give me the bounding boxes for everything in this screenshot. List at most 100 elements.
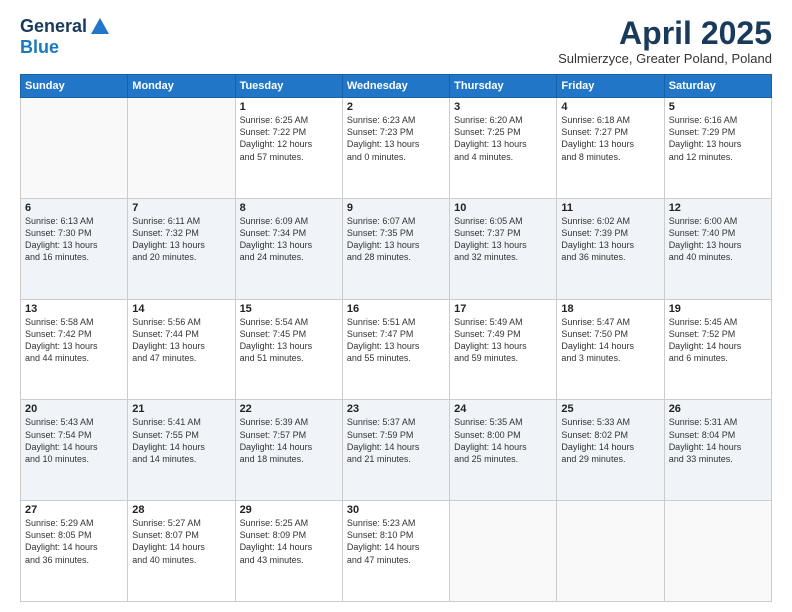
day-info: Sunrise: 5:25 AM Sunset: 8:09 PM Dayligh… bbox=[240, 517, 338, 566]
day-number: 19 bbox=[669, 303, 767, 315]
calendar-day-cell: 12Sunrise: 6:00 AM Sunset: 7:40 PM Dayli… bbox=[664, 198, 771, 299]
day-number: 3 bbox=[454, 101, 552, 113]
calendar-day-cell: 4Sunrise: 6:18 AM Sunset: 7:27 PM Daylig… bbox=[557, 98, 664, 199]
day-info: Sunrise: 6:23 AM Sunset: 7:23 PM Dayligh… bbox=[347, 114, 445, 163]
calendar-table: SundayMondayTuesdayWednesdayThursdayFrid… bbox=[20, 74, 772, 602]
calendar-header-row: SundayMondayTuesdayWednesdayThursdayFrid… bbox=[21, 75, 772, 98]
day-number: 30 bbox=[347, 504, 445, 516]
day-info: Sunrise: 6:02 AM Sunset: 7:39 PM Dayligh… bbox=[561, 215, 659, 264]
day-number: 11 bbox=[561, 202, 659, 214]
calendar-day-cell: 1Sunrise: 6:25 AM Sunset: 7:22 PM Daylig… bbox=[235, 98, 342, 199]
day-number: 22 bbox=[240, 403, 338, 415]
calendar-day-header: Sunday bbox=[21, 75, 128, 98]
calendar-day-cell: 7Sunrise: 6:11 AM Sunset: 7:32 PM Daylig… bbox=[128, 198, 235, 299]
logo: General Blue bbox=[20, 16, 111, 58]
day-number: 21 bbox=[132, 403, 230, 415]
day-number: 23 bbox=[347, 403, 445, 415]
day-info: Sunrise: 5:47 AM Sunset: 7:50 PM Dayligh… bbox=[561, 316, 659, 365]
day-info: Sunrise: 6:07 AM Sunset: 7:35 PM Dayligh… bbox=[347, 215, 445, 264]
day-info: Sunrise: 5:37 AM Sunset: 7:59 PM Dayligh… bbox=[347, 416, 445, 465]
day-info: Sunrise: 5:43 AM Sunset: 7:54 PM Dayligh… bbox=[25, 416, 123, 465]
day-number: 5 bbox=[669, 101, 767, 113]
day-info: Sunrise: 5:29 AM Sunset: 8:05 PM Dayligh… bbox=[25, 517, 123, 566]
title-block: April 2025 Sulmierzyce, Greater Poland, … bbox=[558, 16, 772, 66]
calendar-week-row: 6Sunrise: 6:13 AM Sunset: 7:30 PM Daylig… bbox=[21, 198, 772, 299]
calendar-day-cell bbox=[450, 501, 557, 602]
calendar-day-cell: 26Sunrise: 5:31 AM Sunset: 8:04 PM Dayli… bbox=[664, 400, 771, 501]
calendar-day-cell: 28Sunrise: 5:27 AM Sunset: 8:07 PM Dayli… bbox=[128, 501, 235, 602]
day-info: Sunrise: 5:54 AM Sunset: 7:45 PM Dayligh… bbox=[240, 316, 338, 365]
calendar-day-cell bbox=[128, 98, 235, 199]
day-info: Sunrise: 5:56 AM Sunset: 7:44 PM Dayligh… bbox=[132, 316, 230, 365]
day-info: Sunrise: 5:31 AM Sunset: 8:04 PM Dayligh… bbox=[669, 416, 767, 465]
day-info: Sunrise: 5:41 AM Sunset: 7:55 PM Dayligh… bbox=[132, 416, 230, 465]
calendar-day-cell: 18Sunrise: 5:47 AM Sunset: 7:50 PM Dayli… bbox=[557, 299, 664, 400]
day-info: Sunrise: 6:18 AM Sunset: 7:27 PM Dayligh… bbox=[561, 114, 659, 163]
calendar-day-cell: 27Sunrise: 5:29 AM Sunset: 8:05 PM Dayli… bbox=[21, 501, 128, 602]
day-number: 12 bbox=[669, 202, 767, 214]
calendar-day-cell bbox=[664, 501, 771, 602]
calendar-day-cell: 29Sunrise: 5:25 AM Sunset: 8:09 PM Dayli… bbox=[235, 501, 342, 602]
day-number: 13 bbox=[25, 303, 123, 315]
calendar-day-cell: 15Sunrise: 5:54 AM Sunset: 7:45 PM Dayli… bbox=[235, 299, 342, 400]
day-number: 28 bbox=[132, 504, 230, 516]
calendar-week-row: 1Sunrise: 6:25 AM Sunset: 7:22 PM Daylig… bbox=[21, 98, 772, 199]
calendar-day-cell: 22Sunrise: 5:39 AM Sunset: 7:57 PM Dayli… bbox=[235, 400, 342, 501]
calendar-day-cell: 25Sunrise: 5:33 AM Sunset: 8:02 PM Dayli… bbox=[557, 400, 664, 501]
day-number: 9 bbox=[347, 202, 445, 214]
calendar-day-cell: 5Sunrise: 6:16 AM Sunset: 7:29 PM Daylig… bbox=[664, 98, 771, 199]
day-number: 15 bbox=[240, 303, 338, 315]
day-number: 26 bbox=[669, 403, 767, 415]
day-number: 6 bbox=[25, 202, 123, 214]
day-number: 27 bbox=[25, 504, 123, 516]
day-info: Sunrise: 5:27 AM Sunset: 8:07 PM Dayligh… bbox=[132, 517, 230, 566]
calendar-day-cell: 19Sunrise: 5:45 AM Sunset: 7:52 PM Dayli… bbox=[664, 299, 771, 400]
calendar-day-cell: 14Sunrise: 5:56 AM Sunset: 7:44 PM Dayli… bbox=[128, 299, 235, 400]
calendar-day-cell: 20Sunrise: 5:43 AM Sunset: 7:54 PM Dayli… bbox=[21, 400, 128, 501]
calendar-day-cell: 8Sunrise: 6:09 AM Sunset: 7:34 PM Daylig… bbox=[235, 198, 342, 299]
calendar-day-cell: 2Sunrise: 6:23 AM Sunset: 7:23 PM Daylig… bbox=[342, 98, 449, 199]
calendar-day-header: Wednesday bbox=[342, 75, 449, 98]
calendar-day-cell bbox=[557, 501, 664, 602]
calendar-day-header: Thursday bbox=[450, 75, 557, 98]
day-info: Sunrise: 5:33 AM Sunset: 8:02 PM Dayligh… bbox=[561, 416, 659, 465]
day-info: Sunrise: 5:58 AM Sunset: 7:42 PM Dayligh… bbox=[25, 316, 123, 365]
day-info: Sunrise: 6:25 AM Sunset: 7:22 PM Dayligh… bbox=[240, 114, 338, 163]
calendar-day-cell: 11Sunrise: 6:02 AM Sunset: 7:39 PM Dayli… bbox=[557, 198, 664, 299]
day-info: Sunrise: 6:20 AM Sunset: 7:25 PM Dayligh… bbox=[454, 114, 552, 163]
day-info: Sunrise: 6:11 AM Sunset: 7:32 PM Dayligh… bbox=[132, 215, 230, 264]
day-info: Sunrise: 5:23 AM Sunset: 8:10 PM Dayligh… bbox=[347, 517, 445, 566]
day-info: Sunrise: 5:45 AM Sunset: 7:52 PM Dayligh… bbox=[669, 316, 767, 365]
day-number: 18 bbox=[561, 303, 659, 315]
calendar-week-row: 20Sunrise: 5:43 AM Sunset: 7:54 PM Dayli… bbox=[21, 400, 772, 501]
calendar-day-cell: 9Sunrise: 6:07 AM Sunset: 7:35 PM Daylig… bbox=[342, 198, 449, 299]
day-number: 7 bbox=[132, 202, 230, 214]
day-info: Sunrise: 6:00 AM Sunset: 7:40 PM Dayligh… bbox=[669, 215, 767, 264]
day-number: 14 bbox=[132, 303, 230, 315]
day-number: 20 bbox=[25, 403, 123, 415]
calendar-day-cell: 3Sunrise: 6:20 AM Sunset: 7:25 PM Daylig… bbox=[450, 98, 557, 199]
day-number: 8 bbox=[240, 202, 338, 214]
day-number: 1 bbox=[240, 101, 338, 113]
month-title: April 2025 bbox=[558, 16, 772, 51]
page: General Blue April 2025 Sulmierzyce, Gre… bbox=[0, 0, 792, 612]
day-number: 25 bbox=[561, 403, 659, 415]
day-info: Sunrise: 5:49 AM Sunset: 7:49 PM Dayligh… bbox=[454, 316, 552, 365]
calendar-day-cell: 17Sunrise: 5:49 AM Sunset: 7:49 PM Dayli… bbox=[450, 299, 557, 400]
day-number: 29 bbox=[240, 504, 338, 516]
calendar-day-cell bbox=[21, 98, 128, 199]
day-number: 4 bbox=[561, 101, 659, 113]
day-info: Sunrise: 6:09 AM Sunset: 7:34 PM Dayligh… bbox=[240, 215, 338, 264]
location: Sulmierzyce, Greater Poland, Poland bbox=[558, 51, 772, 66]
day-info: Sunrise: 5:39 AM Sunset: 7:57 PM Dayligh… bbox=[240, 416, 338, 465]
day-number: 16 bbox=[347, 303, 445, 315]
calendar-day-cell: 10Sunrise: 6:05 AM Sunset: 7:37 PM Dayli… bbox=[450, 198, 557, 299]
logo-icon bbox=[89, 16, 111, 38]
calendar-day-header: Friday bbox=[557, 75, 664, 98]
calendar-day-header: Tuesday bbox=[235, 75, 342, 98]
calendar-day-header: Saturday bbox=[664, 75, 771, 98]
logo-general: General bbox=[20, 17, 87, 37]
day-info: Sunrise: 5:35 AM Sunset: 8:00 PM Dayligh… bbox=[454, 416, 552, 465]
day-number: 2 bbox=[347, 101, 445, 113]
calendar-day-cell: 21Sunrise: 5:41 AM Sunset: 7:55 PM Dayli… bbox=[128, 400, 235, 501]
